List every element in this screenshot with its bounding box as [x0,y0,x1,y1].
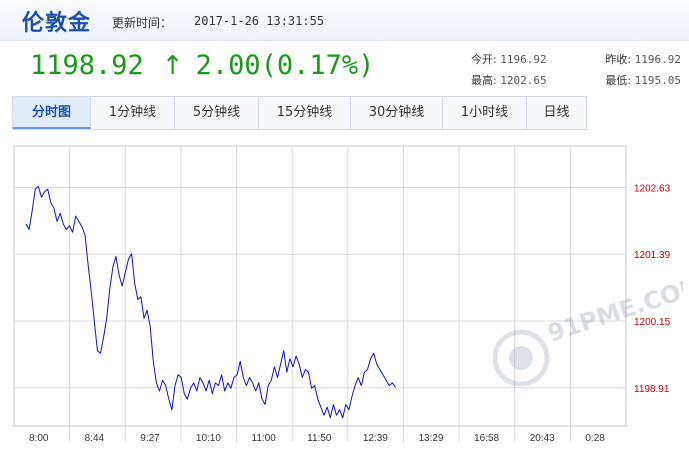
stat-high: 最高: 1202.65 [471,70,547,91]
y-tick-label: 1200.15 [634,317,671,328]
current-price: 1198.92 [30,50,144,81]
stat-value: 1202.65 [500,74,547,87]
price-series-line [25,185,396,419]
instrument-title: 伦敦金 [22,11,92,36]
x-tick-label: 16:58 [474,433,499,444]
update-time-value: 2017-1-26 13:31:55 [194,14,325,28]
tab-daily[interactable]: 日线 [527,97,587,129]
price-line: 1198.92 ↑ 2.00(0.17%) [30,50,374,81]
stat-value: 1195.05 [634,74,681,87]
tab-intraday[interactable]: 分时图 [13,97,91,129]
stat-label: 最高: [471,74,497,87]
tab-30min[interactable]: 30分钟线 [351,97,443,129]
x-tick-label: 8:44 [85,433,105,444]
x-tick-label: 11:00 [252,433,277,444]
stat-label: 最低: [605,74,632,87]
stats-row: 最高: 1202.65 最低: 1195.05 [471,70,681,91]
x-tick-label: 0:28 [585,433,605,444]
stat-prev-close: 昨收: 1196.92 [605,49,681,70]
stat-value: 1196.92 [634,53,681,66]
tab-5min[interactable]: 5分钟线 [175,97,259,129]
stat-label: 今开: [471,53,497,66]
stats-panel: 今开: 1196.92 昨收: 1196.92 最高: 1202.65 最低: … [471,49,681,91]
stat-value: 1196.92 [500,53,547,66]
stats-row: 今开: 1196.92 昨收: 1196.92 [471,49,681,70]
x-tick-label: 10:10 [196,433,221,444]
x-tick-label: 12:39 [363,433,388,444]
x-tick-label: 8:00 [29,433,49,444]
stat-label: 昨收: [605,53,632,66]
stat-low: 最低: 1195.05 [605,70,681,91]
plot-frame [13,145,627,427]
timeframe-tabs: 分时图 1分钟线 5分钟线 15分钟线 30分钟线 1小时线 日线 [12,96,587,130]
y-tick-label: 1201.39 [634,250,671,261]
price-change: 2.00(0.17%) [195,50,375,81]
x-tick-label: 20:43 [530,433,555,444]
header-bar: 伦敦金 更新时间： 2017-1-26 13:31:55 [0,0,689,41]
stat-open: 今开: 1196.92 [471,49,547,70]
up-arrow-icon: ↑ [161,51,184,81]
y-tick-label: 1202.63 [634,183,671,194]
tab-1hour[interactable]: 1小时线 [443,97,527,129]
y-tick-label: 1198.91 [634,384,670,395]
x-tick-label: 13:29 [418,433,443,444]
x-tick-label: 9:27 [140,433,160,444]
tab-15min[interactable]: 15分钟线 [259,97,351,129]
tab-1min[interactable]: 1分钟线 [91,97,175,129]
price-chart: 1198.91 1200.15 1201.39 1202.63 8:00 8:44 9:27… [13,145,671,444]
x-tick-label: 11:50 [307,433,332,444]
update-time-label: 更新时间： [112,16,173,30]
